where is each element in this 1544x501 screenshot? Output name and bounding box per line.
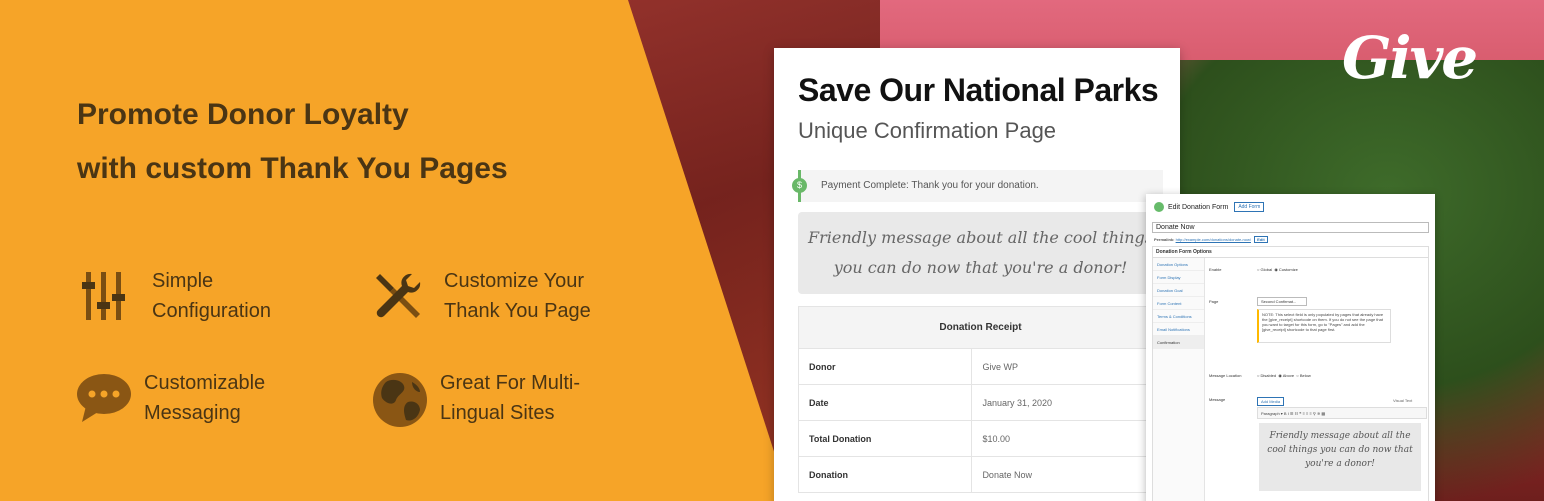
friendly-message: Friendly message about all the cool thin… bbox=[798, 212, 1163, 294]
tab-terms[interactable]: Terms & Conditions bbox=[1153, 310, 1204, 323]
enable-options[interactable]: ○ Global ◉ Customize bbox=[1257, 267, 1298, 272]
visual-text-tabs[interactable]: Visual Text bbox=[1393, 398, 1412, 403]
feature-simple-configuration: Simple Configuration bbox=[80, 266, 332, 326]
give-icon bbox=[1154, 202, 1164, 212]
payment-complete-notice: $ Payment Complete: Thank you for your d… bbox=[792, 170, 1163, 202]
tab-email-notifications[interactable]: Email Notifications bbox=[1153, 323, 1204, 336]
feature-customize-thank-you: Customize Your Thank You Page bbox=[372, 266, 624, 326]
page-note: NOTE: This select field is only populate… bbox=[1257, 309, 1391, 343]
add-form-button[interactable]: Add Form bbox=[1234, 202, 1265, 212]
permalink-link[interactable]: http://example.com/donations/donate-now/ bbox=[1176, 237, 1251, 242]
headline-line2: with custom Thank You Pages bbox=[77, 152, 508, 185]
message-label: Message bbox=[1209, 397, 1226, 402]
feature-label: Simple Configuration bbox=[152, 270, 271, 322]
form-title-input[interactable]: Donate Now bbox=[1152, 222, 1429, 233]
editor-toolbar[interactable]: Paragraph ▾ B I ☰ ☷ ❝ ≡ ≡ ≡ ⚲ ≋ ▦ bbox=[1257, 407, 1427, 419]
edit-donation-form-panel: Edit Donation Form Add Form Donate Now P… bbox=[1146, 194, 1435, 501]
sliders-icon bbox=[80, 270, 132, 322]
message-location-label: Message Location bbox=[1209, 373, 1242, 378]
admin-heading: Edit Donation Form bbox=[1168, 203, 1229, 211]
headline-line1: Promote Donor Loyalty bbox=[77, 98, 409, 131]
tab-confirmation[interactable]: Confirmation bbox=[1153, 336, 1204, 349]
add-media-button[interactable]: Add Media bbox=[1257, 397, 1285, 406]
table-row: Date January 31, 2020 bbox=[797, 384, 1163, 421]
confirmation-page-card: Save Our National Parks Unique Confirmat… bbox=[774, 48, 1180, 501]
feature-label: Customize Your Thank You Page bbox=[444, 270, 591, 322]
page-label: Page bbox=[1209, 299, 1219, 304]
options-tabs: Donation Options Form Display Donation G… bbox=[1153, 258, 1205, 501]
chat-bubble-icon bbox=[76, 372, 131, 424]
feature-label: Customizable Messaging bbox=[144, 372, 266, 424]
enable-label: Enable bbox=[1209, 267, 1222, 272]
feature-multilingual: Great For Multi- Lingual Sites bbox=[372, 368, 620, 428]
feature-customizable-messaging: Customizable Messaging bbox=[76, 368, 324, 428]
permalink-edit-button[interactable]: Edit bbox=[1254, 236, 1268, 243]
globe-icon bbox=[372, 372, 427, 427]
page-select[interactable]: Second Confirmat... bbox=[1257, 297, 1307, 306]
location-options[interactable]: ○ Disabled ◉ Above ○ Below bbox=[1257, 373, 1311, 378]
tab-form-display[interactable]: Form Display bbox=[1153, 271, 1204, 284]
feature-label: Great For Multi- Lingual Sites bbox=[440, 372, 581, 424]
table-row: Total Donation $10.00 bbox=[797, 420, 1163, 457]
tab-form-content[interactable]: Form Content bbox=[1153, 297, 1204, 310]
message-editor[interactable]: Friendly message about all the cool thin… bbox=[1259, 423, 1421, 491]
tab-donation-options[interactable]: Donation Options bbox=[1153, 258, 1204, 271]
table-row: Donor Give WP bbox=[797, 348, 1163, 385]
checkmark-icon: $ bbox=[792, 178, 807, 193]
tab-donation-goal[interactable]: Donation Goal bbox=[1153, 284, 1204, 297]
table-row: Donation Donate Now bbox=[797, 456, 1163, 493]
form-options-box: Donation Form Options Donation Options F… bbox=[1152, 246, 1429, 501]
page-subtitle: Unique Confirmation Page bbox=[798, 118, 1057, 143]
give-logo: Give bbox=[1342, 24, 1478, 92]
permalink: Permalink: http://example.com/donations/… bbox=[1154, 236, 1427, 243]
receipt-header: Donation Receipt bbox=[798, 306, 1163, 349]
wrench-screwdriver-icon bbox=[372, 270, 424, 322]
options-header: Donation Form Options bbox=[1153, 247, 1428, 258]
admin-header: Edit Donation Form Add Form bbox=[1146, 194, 1435, 220]
page-title: Save Our National Parks bbox=[798, 72, 1159, 108]
headline: Promote Donor Loyalty with custom Thank … bbox=[77, 88, 637, 196]
donation-receipt-table: Donation Receipt Donor Give WP Date Januar… bbox=[797, 306, 1163, 493]
